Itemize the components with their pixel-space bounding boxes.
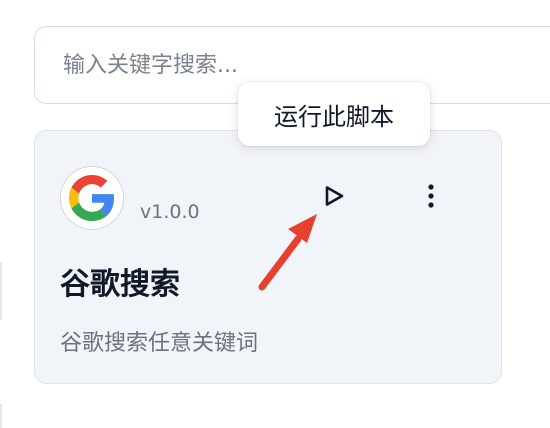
more-options-button[interactable] bbox=[419, 180, 443, 212]
script-description: 谷歌搜索任意关键词 bbox=[60, 331, 259, 356]
left-edge-divider bbox=[0, 404, 2, 428]
run-script-button[interactable] bbox=[318, 180, 350, 212]
script-version: v1.0.0 bbox=[140, 201, 200, 223]
script-card[interactable]: v1.0.0 谷歌搜索 谷歌搜索任意关键词 bbox=[34, 130, 502, 384]
play-icon bbox=[325, 186, 344, 206]
script-title: 谷歌搜索 bbox=[60, 267, 180, 302]
more-vertical-icon bbox=[428, 184, 434, 208]
run-script-tooltip: 运行此脚本 bbox=[238, 82, 430, 146]
google-logo-icon bbox=[60, 166, 124, 230]
left-edge-divider bbox=[0, 262, 2, 320]
